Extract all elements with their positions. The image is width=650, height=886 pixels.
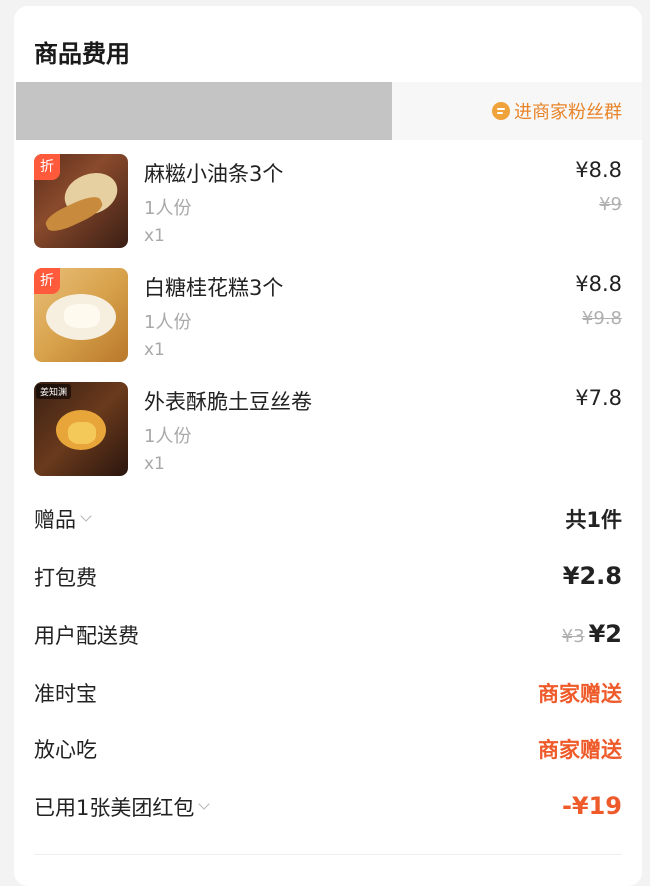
- item-spec: 1人份: [144, 426, 192, 447]
- item-thumbnail: 折: [34, 268, 128, 362]
- redpack-row[interactable]: 已用1张美团红包 -¥19: [34, 792, 622, 826]
- order-item[interactable]: 折 麻糍小油条3个 1人份 x1 ¥8.8 ¥9: [34, 154, 622, 248]
- packing-fee-label: 打包费: [34, 566, 97, 590]
- safe-eat-row: 放心吃 商家赠送: [34, 734, 622, 768]
- gift-label-wrap: 赠品: [34, 504, 92, 534]
- merchant-banner: 进商家粉丝群: [16, 82, 642, 140]
- ontime-label: 准时宝: [34, 682, 97, 706]
- item-price: ¥8.8: [575, 272, 622, 296]
- redpack-label-wrap: 已用1张美团红包: [34, 792, 211, 822]
- chat-bubble-icon: [492, 102, 510, 120]
- gift-value: 共1件: [565, 508, 622, 532]
- item-qty: x1: [144, 226, 165, 246]
- ontime-row: 准时宝 商家赠送: [34, 678, 622, 712]
- item-old-price: ¥9: [599, 194, 622, 215]
- item-price: ¥8.8: [575, 158, 622, 182]
- item-name: 麻糍小油条3个: [144, 162, 284, 186]
- gift-label: 赠品: [34, 508, 76, 532]
- delivery-fee-value: ¥2: [588, 620, 622, 648]
- safe-eat-label: 放心吃: [34, 738, 97, 762]
- item-thumbnail: 折: [34, 154, 128, 248]
- delivery-fee-label: 用户配送费: [34, 624, 139, 648]
- delivery-fee-row: 用户配送费 ¥3 ¥2: [34, 620, 622, 654]
- item-qty: x1: [144, 340, 165, 360]
- item-old-price: ¥9.8: [581, 308, 622, 329]
- safe-eat-value: 商家赠送: [538, 738, 622, 762]
- brand-tag: 姜知渊: [36, 384, 72, 399]
- redpack-label: 已用1张美团红包: [34, 796, 195, 820]
- order-item[interactable]: 折 白糖桂花糕3个 1人份 x1 ¥8.8 ¥9.8: [34, 268, 622, 362]
- fee-card: 商品费用 进商家粉丝群 折 麻糍小油条3个 1人份 x1 ¥8.8 ¥9 折 白…: [14, 6, 642, 886]
- ontime-value: 商家赠送: [538, 682, 622, 706]
- redpack-value: -¥19: [561, 792, 622, 820]
- redacted-banner-area: [16, 82, 392, 140]
- fan-group-link[interactable]: 进商家粉丝群: [492, 98, 622, 124]
- item-name: 白糖桂花糕3个: [144, 276, 284, 300]
- fan-group-label: 进商家粉丝群: [514, 102, 622, 123]
- packing-fee-row: 打包费 ¥2.8: [34, 562, 622, 596]
- section-title: 商品费用: [34, 40, 130, 68]
- discount-tag: 折: [34, 268, 60, 294]
- item-spec: 1人份: [144, 312, 192, 333]
- item-price: ¥7.8: [575, 386, 622, 410]
- chevron-down-icon[interactable]: [198, 798, 211, 810]
- delivery-fee-values: ¥3 ¥2: [562, 620, 622, 648]
- item-spec: 1人份: [144, 198, 192, 219]
- gift-row[interactable]: 赠品 共1件: [34, 504, 622, 538]
- packing-fee-value: ¥2.8: [562, 562, 622, 590]
- item-thumbnail: 姜知渊: [34, 382, 128, 476]
- chevron-down-icon[interactable]: [80, 510, 92, 522]
- divider: [34, 854, 622, 855]
- discount-tag: 折: [34, 154, 60, 180]
- order-item[interactable]: 姜知渊 外表酥脆土豆丝卷 1人份 x1 ¥7.8: [34, 382, 622, 476]
- delivery-old-price: ¥3: [561, 626, 585, 647]
- item-qty: x1: [144, 454, 165, 474]
- item-name: 外表酥脆土豆丝卷: [144, 390, 312, 414]
